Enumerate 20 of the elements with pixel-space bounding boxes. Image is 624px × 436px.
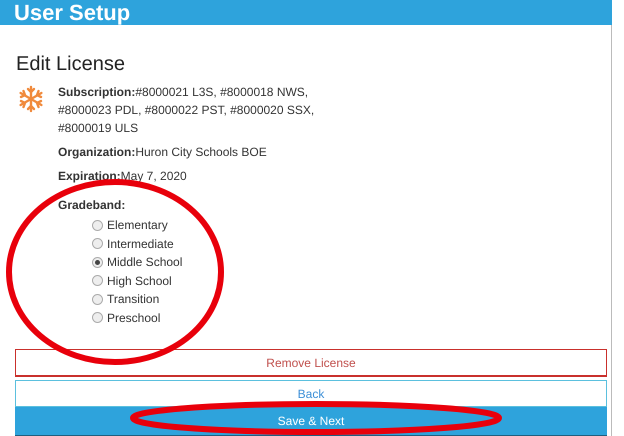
radio-button[interactable]	[92, 238, 103, 250]
radio-label[interactable]: Middle School	[107, 253, 182, 272]
radio-label[interactable]: Preschool	[107, 308, 160, 327]
section-heading: Edit License	[16, 54, 126, 74]
radio-label[interactable]: High School	[107, 272, 172, 290]
radio-label[interactable]: Intermediate	[107, 234, 174, 253]
detail-text: Expiration:May 7, 2020	[58, 168, 188, 185]
remove-button[interactable]: Remove License	[15, 349, 607, 377]
snowflake-icon	[18, 85, 44, 113]
radio-button[interactable]	[92, 256, 103, 268]
detail-text: Organization:Huron City Schools BOE	[58, 144, 268, 161]
radio-button[interactable]	[92, 294, 103, 305]
radio-button[interactable]	[92, 312, 103, 324]
page-title: User Setup	[14, 2, 130, 24]
detail-text: Subscription:#8000021 L3S, #8000018 NWS, #8000023 PDL, #8000022 PST, #8000020 SSX, #8000019 ULS	[58, 84, 316, 137]
radio-button[interactable]	[92, 220, 103, 231]
field-label: Gradeband:	[58, 198, 126, 212]
radio-button[interactable]	[92, 275, 103, 286]
radio-label[interactable]: Transition	[107, 290, 160, 308]
radio-label[interactable]: Elementary	[107, 216, 168, 234]
